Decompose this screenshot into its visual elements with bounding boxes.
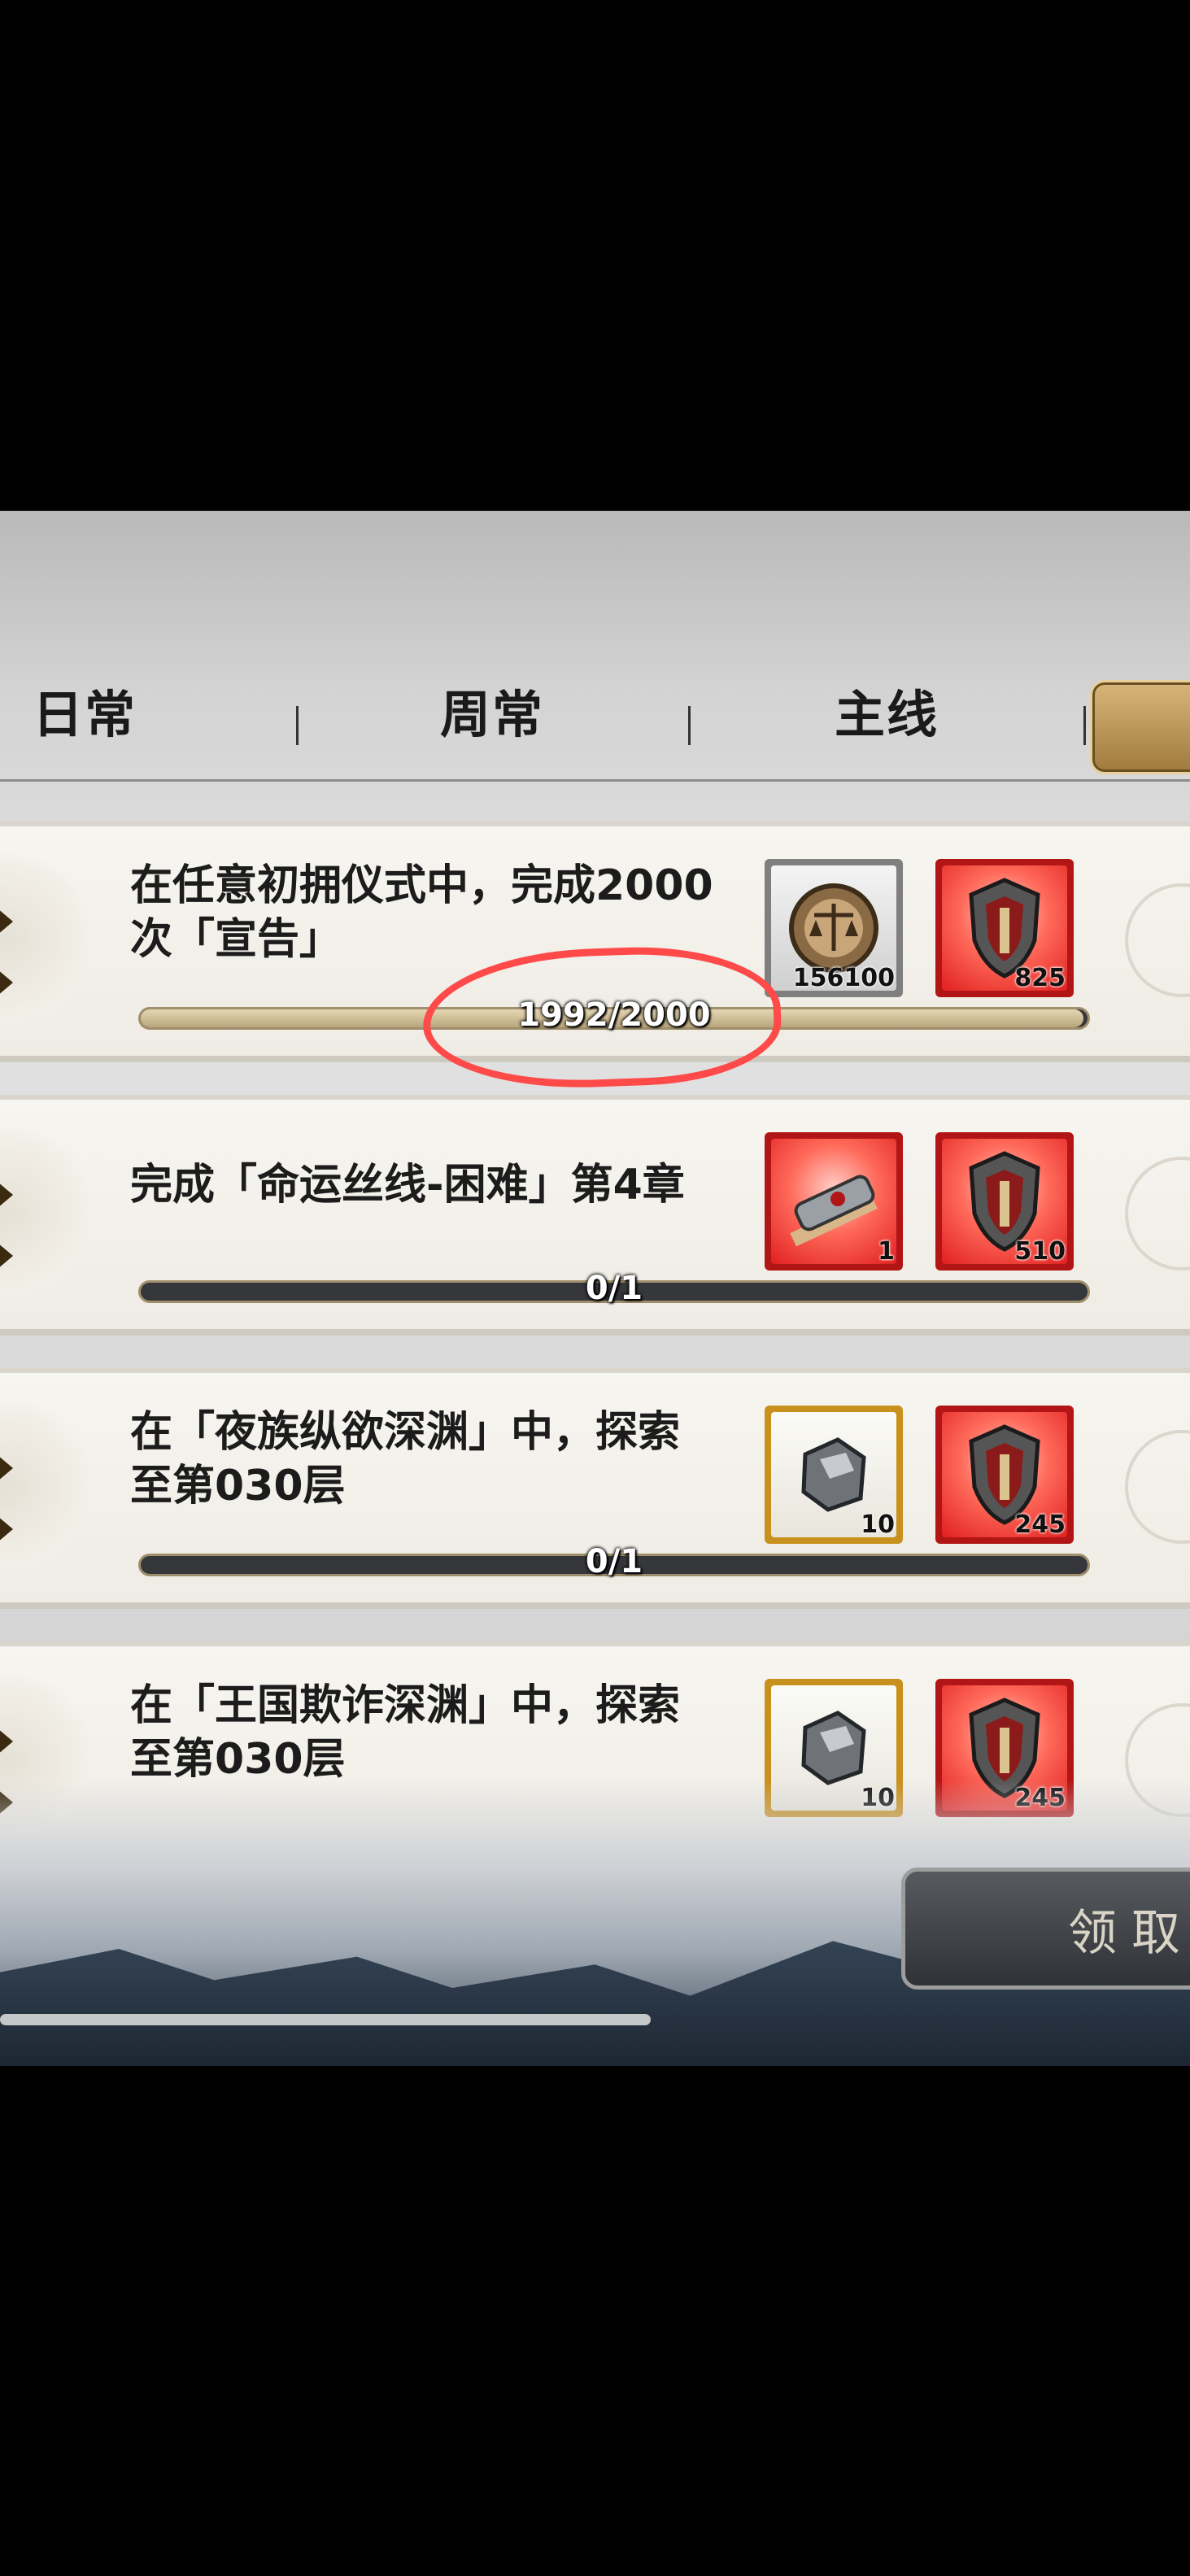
task-description: 在「王国欺诈深渊」中，探索 至第030层 [130, 1681, 681, 1784]
card-emblem-icon [0, 851, 98, 1030]
tab-main[interactable]: 主线 [781, 673, 992, 747]
quest-screen: 日常 周常 主线 在任意初拥仪式中，完成2000 次「宣告」 156100 82… [0, 511, 1190, 2066]
reward-item[interactable]: 245 [935, 1406, 1074, 1544]
reward-item[interactable]: 10 [765, 1406, 903, 1544]
claim-indicator[interactable] [1125, 1430, 1190, 1544]
task-progress-bar: 0/1 [138, 1543, 1090, 1580]
tab-underline [0, 779, 1190, 782]
tab-divider [296, 706, 299, 745]
tab-active-achievements[interactable] [1090, 680, 1190, 774]
reward-item[interactable]: 825 [935, 859, 1074, 997]
task-card: 在「夜族纵欲深渊」中，探索 至第030层 10 245 0/1 [0, 1368, 1190, 1609]
card-emblem-icon [0, 1124, 98, 1303]
tab-divider [1083, 706, 1086, 745]
reward-item[interactable]: 156100 [765, 859, 903, 997]
claim-indicator[interactable] [1125, 883, 1190, 997]
reward-quantity: 10 [861, 1510, 895, 1539]
horizontal-scrollbar[interactable] [0, 2014, 651, 2025]
progress-text: 0/1 [585, 1543, 643, 1580]
task-card: 完成「命运丝线-困难」第4章 1 510 0/1 [0, 1095, 1190, 1336]
reward-quantity: 245 [1014, 1510, 1066, 1539]
task-description: 在「夜族纵欲深渊」中，探索 至第030层 [130, 1408, 681, 1510]
reward-quantity: 510 [1014, 1237, 1066, 1266]
tab-divider [688, 706, 691, 745]
claim-indicator[interactable] [1125, 1157, 1190, 1271]
task-progress-bar: 0/1 [138, 1270, 1090, 1307]
reward-item[interactable]: 510 [935, 1132, 1074, 1271]
tab-bar: 日常 周常 主线 [0, 511, 1190, 783]
task-description: 完成「命运丝线-困难」第4章 [130, 1161, 685, 1210]
reward-quantity: 156100 [792, 964, 895, 992]
reward-quantity: 825 [1014, 964, 1066, 992]
claim-all-button[interactable]: 领取 [901, 1868, 1190, 1990]
claim-button-label: 领取 [1068, 1904, 1190, 1962]
tab-weekly[interactable]: 周常 [390, 673, 594, 747]
reward-item[interactable]: 1 [765, 1132, 903, 1271]
reward-quantity: 1 [878, 1237, 895, 1266]
progress-text: 0/1 [585, 1270, 643, 1307]
tab-daily[interactable]: 日常 [33, 673, 195, 747]
card-emblem-icon [0, 1397, 98, 1576]
